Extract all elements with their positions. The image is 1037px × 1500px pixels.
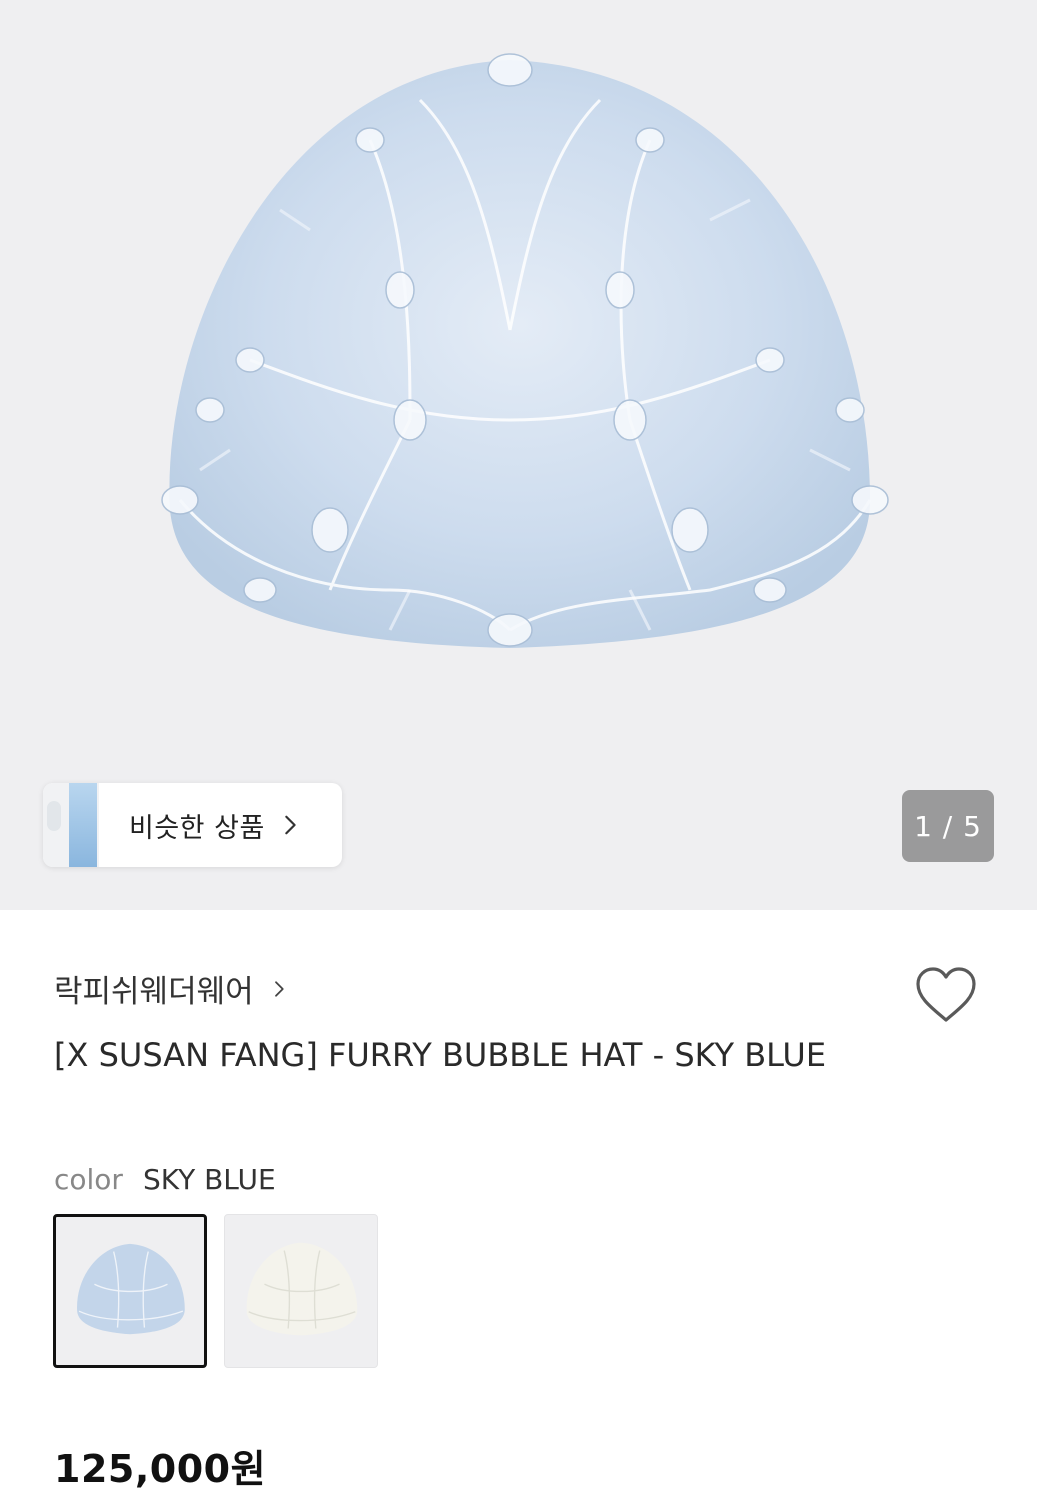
selected-color-value: SKY BLUE [142,1163,276,1196]
product-image-gallery[interactable]: 비슷한 상품 1 / 5 [0,0,1037,910]
product-price: 125,000원 [54,1447,267,1491]
similar-products-button[interactable]: 비슷한 상품 [43,783,342,867]
heart-outline-icon[interactable] [914,966,978,1024]
chevron-right-icon [285,815,296,835]
color-swatch-white[interactable] [224,1214,378,1368]
product-title: [X SUSAN FANG] FURRY BUBBLE HAT - SKY BL… [54,1036,827,1074]
color-label: color [54,1163,123,1196]
swatch-image [246,1242,358,1336]
brand-link[interactable]: 락피쉬웨더웨어 [54,966,288,1011]
brand-name: 락피쉬웨더웨어 [54,974,254,1010]
color-swatch-sky-blue[interactable] [53,1214,207,1368]
similar-products-label: 비슷한 상품 [129,812,265,844]
swatch-image [77,1243,185,1335]
product-image [161,53,889,648]
color-option-row: color SKY BLUE [54,1163,276,1196]
similar-product-thumbnail [43,783,99,867]
image-counter-badge: 1 / 5 [902,790,994,862]
chevron-right-icon [274,980,284,997]
